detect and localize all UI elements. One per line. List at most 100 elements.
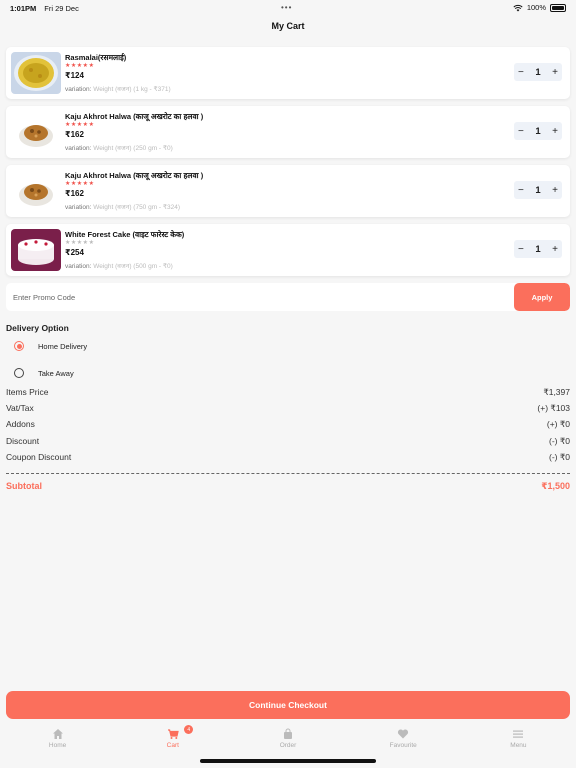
variation-label: variation: xyxy=(65,86,92,93)
nav-menu[interactable]: Menu xyxy=(461,726,576,756)
summary-divider xyxy=(6,473,570,474)
minus-icon[interactable]: − xyxy=(518,67,524,78)
quantity-stepper: −1 + xyxy=(514,63,562,81)
delivery-option-home[interactable]: Home Delivery xyxy=(14,341,87,351)
coupon-discount-label: Coupon Discount xyxy=(6,452,72,462)
item-variation: variation: Weight (वजन) (750 gm - ₹324) xyxy=(65,202,180,211)
status-time: 1:01PM xyxy=(10,3,37,13)
delivery-option-takeaway[interactable]: Take Away xyxy=(14,368,74,378)
minus-icon[interactable]: − xyxy=(518,244,524,255)
status-date: Fri 29 Dec xyxy=(44,3,79,13)
cart-item[interactable]: White Forest Cake (वाइट फारेस्ट केक) ★★★★… xyxy=(6,224,570,276)
quantity-value: 1 xyxy=(535,66,541,78)
coupon-discount-value: (-) ₹0 xyxy=(549,452,570,462)
home-indicator xyxy=(200,759,376,763)
apply-promo-button[interactable]: Apply xyxy=(514,283,570,311)
subtotal-label: Subtotal xyxy=(6,481,42,491)
nav-order[interactable]: Order xyxy=(230,726,345,756)
home-icon xyxy=(52,729,63,739)
item-price: ₹124 xyxy=(65,71,84,80)
food-thumbnail[interactable] xyxy=(11,229,61,271)
nav-menu-label: Menu xyxy=(510,742,527,749)
item-rating: ★★★★★ xyxy=(65,62,94,69)
variation-value: Weight (वजन) (1 kg - ₹371) xyxy=(93,86,171,93)
addons-label: Addons xyxy=(6,419,35,429)
variation-label: variation: xyxy=(65,145,92,152)
nav-cart-label: Cart xyxy=(166,742,179,749)
food-thumbnail[interactable] xyxy=(11,111,61,153)
item-price: ₹162 xyxy=(65,130,84,139)
item-price: ₹162 xyxy=(65,189,84,198)
discount-label: Discount xyxy=(6,436,40,446)
cart-item[interactable]: Kaju Akhrot Halwa (काजू अखरोट का हलवा ) ★… xyxy=(6,106,570,158)
bag-icon xyxy=(284,728,292,739)
plus-icon[interactable]: + xyxy=(552,244,558,255)
nav-order-label: Order xyxy=(279,742,297,749)
item-variation: variation: Weight (वजन) (1 kg - ₹371) xyxy=(65,84,171,93)
subtotal-value: ₹1,500 xyxy=(541,481,570,491)
star-icon: ★ xyxy=(88,240,95,246)
items-price-label: Items Price xyxy=(6,387,49,397)
quantity-stepper: −1 + xyxy=(514,240,562,258)
promo-code-input[interactable] xyxy=(6,283,514,311)
minus-icon[interactable]: − xyxy=(518,185,524,196)
nav-cart[interactable]: 4 Cart xyxy=(115,725,230,756)
wifi-icon xyxy=(513,4,523,11)
heart-icon xyxy=(398,729,409,739)
item-rating: ★★★★★ xyxy=(65,121,94,128)
item-variation: variation: Weight (वजन) (500 gm - ₹0) xyxy=(65,261,173,270)
coupon-discount-row: Coupon Discount (-) ₹0 xyxy=(6,452,570,463)
item-rating: ★★★★★ xyxy=(65,180,94,187)
cart-item[interactable]: Rasmalai(रसमलाई) ★★★★★ ₹124 variation: Weig… xyxy=(6,47,570,99)
star-icon: ★ xyxy=(88,181,95,187)
nav-home-label: Home xyxy=(48,742,67,749)
addons-value: (+) ₹0 xyxy=(546,419,570,429)
radio-take-away[interactable] xyxy=(14,368,24,378)
vat-value: (+) ₹103 xyxy=(537,403,570,413)
discount-value: (-) ₹0 xyxy=(549,436,570,446)
item-price: ₹254 xyxy=(65,248,84,257)
plus-icon[interactable]: + xyxy=(552,126,558,137)
continue-checkout-button[interactable]: Continue Checkout xyxy=(6,691,570,719)
addons-row: Addons (+) ₹0 xyxy=(6,419,570,430)
items-price-row: Items Price ₹1,397 xyxy=(6,387,570,398)
item-rating: ★★★★★ xyxy=(65,239,94,246)
star-icon: ★ xyxy=(88,63,95,69)
multitasking-dots-icon[interactable]: ••• xyxy=(281,3,292,12)
star-icon: ★ xyxy=(88,122,95,128)
discount-row: Discount (-) ₹0 xyxy=(6,436,570,447)
quantity-value: 1 xyxy=(535,125,541,137)
nav-favourite-label: Favourite xyxy=(389,742,417,749)
variation-value: Weight (वजन) (500 gm - ₹0) xyxy=(93,263,173,270)
food-thumbnail[interactable] xyxy=(11,52,61,94)
cart-icon xyxy=(167,729,179,739)
nav-favourite[interactable]: Favourite xyxy=(346,726,461,756)
vat-label: Vat/Tax xyxy=(6,403,34,413)
delivery-option-label: Home Delivery xyxy=(38,341,88,351)
cart-badge: 4 xyxy=(184,725,194,734)
battery-icon xyxy=(550,3,566,12)
plus-icon[interactable]: + xyxy=(552,185,558,196)
subtotal-row: Subtotal ₹1,500 xyxy=(6,481,570,492)
food-thumbnail[interactable] xyxy=(11,170,61,212)
bottom-nav: Home 4 Cart Order Favourite Menu xyxy=(0,725,576,756)
variation-label: variation: xyxy=(65,263,92,270)
cart-item[interactable]: Kaju Akhrot Halwa (काजू अखरोट का हलवा ) ★… xyxy=(6,165,570,217)
vat-row: Vat/Tax (+) ₹103 xyxy=(6,403,570,414)
menu-icon xyxy=(513,730,524,738)
battery-percent: 100% xyxy=(526,3,546,12)
item-variation: variation: Weight (वजन) (250 gm - ₹0) xyxy=(65,143,173,152)
variation-value: Weight (वजन) (750 gm - ₹324) xyxy=(93,204,181,211)
variation-value: Weight (वजन) (250 gm - ₹0) xyxy=(93,145,173,152)
promo-code-bar: Apply xyxy=(6,283,570,311)
plus-icon[interactable]: + xyxy=(552,67,558,78)
quantity-value: 1 xyxy=(535,184,541,196)
minus-icon[interactable]: − xyxy=(518,126,524,137)
quantity-value: 1 xyxy=(535,243,541,255)
quantity-stepper: −1 + xyxy=(514,181,562,199)
delivery-option-label: Take Away xyxy=(38,368,74,378)
radio-home-delivery[interactable] xyxy=(14,341,24,351)
page-title: My Cart xyxy=(271,21,305,31)
nav-home[interactable]: Home xyxy=(0,726,115,756)
quantity-stepper: −1 + xyxy=(514,122,562,140)
